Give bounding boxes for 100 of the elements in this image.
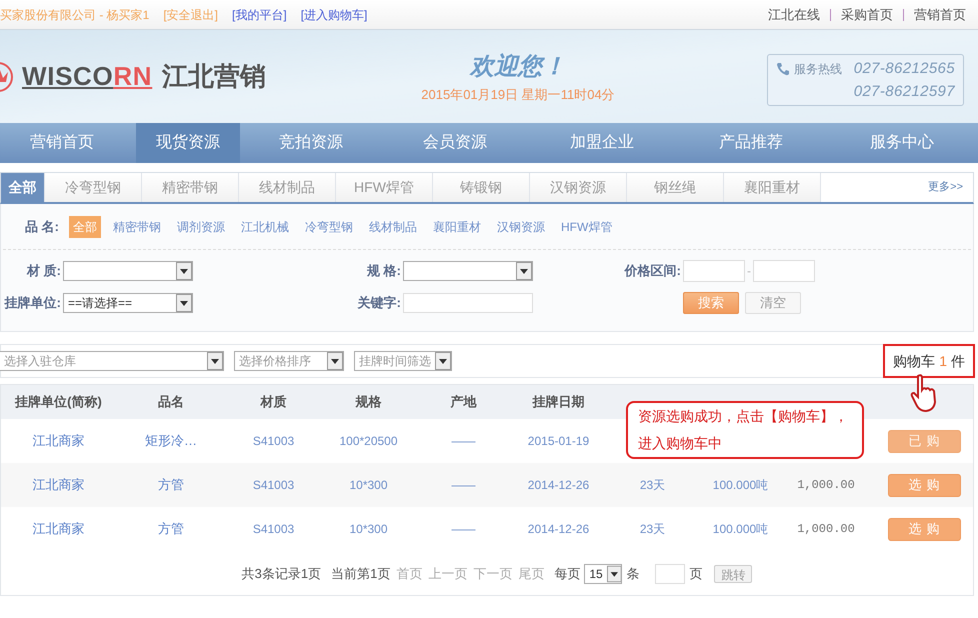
table-cell-text: 江北商家 [32,520,86,538]
table-cell-text: S41003 [252,433,296,450]
buy-button[interactable]: 已 购 [888,430,961,452]
nav-tab[interactable]: 竞拍资源 [240,123,382,163]
table-cell-text: —— [450,433,476,450]
category-tab[interactable]: 钢丝绳 [627,173,724,202]
per-page-label: 每页 [554,565,580,584]
category-tab[interactable]: HFW焊管 [336,173,433,202]
tooltip-text: 资源选购成功，点击【购物车】， [638,407,849,426]
table-cell-text: 2014-12-26 [526,477,590,494]
category-tab[interactable]: 全部 [1,173,45,202]
select-field[interactable] [63,261,193,281]
product-filter-option[interactable]: HFW焊管 [556,216,616,238]
select-field[interactable]: ==请选择== [63,293,193,313]
page-unit: 页 [689,565,702,584]
field-label: 规 格: [366,262,402,280]
product-filter-option[interactable]: 江北机械 [236,216,293,238]
page-link[interactable]: 下一页 [473,564,512,584]
current-page: 当前第1页 [331,565,390,584]
table-cell-text: 10*300 [348,477,389,494]
page-link[interactable]: 首页 [396,564,422,584]
product-filter-option[interactable]: 全部 [68,216,101,238]
table-cell-text: S41003 [252,477,296,494]
column-header: 挂牌单位(简称) [14,393,103,412]
table-cell-text: 100.000吨 [712,521,770,538]
per-page-unit: 条 [626,565,640,584]
table-cell-text: 100*20500 [338,433,399,450]
nav-tab[interactable]: 服务中心 [826,123,978,163]
buy-button[interactable]: 选 购 [888,518,961,540]
text-field[interactable] [403,293,533,313]
phone-number: 027-86212565 [854,59,955,79]
product-filter-option[interactable]: 精密带钢 [108,216,165,238]
category-tab[interactable]: 冷弯型钢 [45,173,142,202]
filter-select[interactable]: 选择价格排序 [234,351,344,371]
nav-tab[interactable]: 现货资源 [136,123,240,163]
welcome-title: 欢迎您！ [470,52,566,82]
page-number-field[interactable] [655,564,686,584]
hotline-label: 服务热线 [794,61,842,78]
form-button[interactable]: 清空 [745,292,801,314]
column-header: 材质 [259,393,288,412]
record-summary: 共3条记录1页 [242,565,322,584]
product-filter-option[interactable]: 汉钢资源 [492,216,549,238]
top-nav-link[interactable]: 营销首页 [914,4,966,24]
phone-icon [776,62,790,76]
category-tab[interactable]: 汉钢资源 [530,173,627,202]
table-cell-text: 100.000吨 [712,477,770,494]
field-label: 材 质: [26,262,62,280]
more-link[interactable]: 更多>> [928,173,973,202]
column-header: 品名 [157,393,185,412]
nav-tab[interactable]: 会员资源 [382,123,528,163]
table-cell-text: 矩形冷… [144,432,198,450]
column-header: 挂牌日期 [531,393,586,412]
table-cell-text: —— [450,521,476,538]
table-cell-text: 10*300 [348,521,389,538]
table-cell-text: S41003 [252,521,296,538]
table-cell-text: 江北商家 [32,432,86,450]
cart-link[interactable]: 购物车 1 件 [883,344,975,378]
field-label: 挂牌单位: [3,294,62,312]
table-cell-text: 2014-12-26 [526,521,590,538]
page-link[interactable]: 上一页 [428,564,468,584]
buy-button[interactable]: 选 购 [888,474,961,496]
field-label: 价格区间: [623,262,682,280]
filter-select[interactable]: 选择入驻仓库 [0,351,224,371]
nav-tab[interactable]: 加盟企业 [528,123,676,163]
filter-label: 品 名: [25,218,59,236]
select-field[interactable] [403,261,533,281]
table-cell-text: 23天 [638,521,666,538]
product-filter-option[interactable]: 线材制品 [364,216,421,238]
top-link[interactable]: [安全退出] [163,6,218,24]
product-filter-option[interactable]: 襄阳重材 [428,216,485,238]
nav-tab[interactable]: 营销首页 [0,123,136,163]
top-nav-link[interactable]: 采购首页 [841,4,893,24]
filter-select[interactable]: 挂牌时间筛选 [354,351,452,371]
form-button[interactable]: 搜索 [683,292,739,314]
price-min-field[interactable] [683,260,745,282]
table-cell-text: —— [450,477,476,494]
top-link[interactable]: [我的平台] [232,6,287,24]
table-cell-text: 23天 [638,477,666,494]
top-link[interactable]: [进入购物车] [300,6,368,24]
column-header: 规格 [354,393,382,412]
table-cell-text: 方管 [157,476,185,494]
category-tab[interactable]: 铸锻钢 [433,173,530,202]
tooltip-text: 进入购物车中 [638,434,723,453]
table-cell-text: 1,000.00 [796,521,856,538]
category-tab[interactable]: 襄阳重材 [724,173,821,202]
nav-tab[interactable]: 产品推荐 [676,123,826,163]
product-filter-option[interactable]: 调剂资源 [172,216,229,238]
phone-number: 027-86212597 [854,82,955,102]
product-filter-option[interactable]: 冷弯型钢 [300,216,357,238]
category-tab[interactable]: 线材制品 [239,173,336,202]
top-nav-link[interactable]: 江北在线 [768,4,820,24]
price-max-field[interactable] [753,260,815,282]
table-cell-text: 方管 [157,520,185,538]
field-label: 关键字: [356,294,402,312]
per-page-select[interactable]: 15 [584,564,622,584]
category-tab[interactable]: 精密带钢 [142,173,239,202]
logo-text: WISCORN 江北营销 [22,60,266,93]
date-time: 2015年01月19日 星期一11时04分 [421,86,615,104]
jump-button[interactable]: 跳转 [714,565,752,583]
page-link[interactable]: 尾页 [518,564,544,584]
